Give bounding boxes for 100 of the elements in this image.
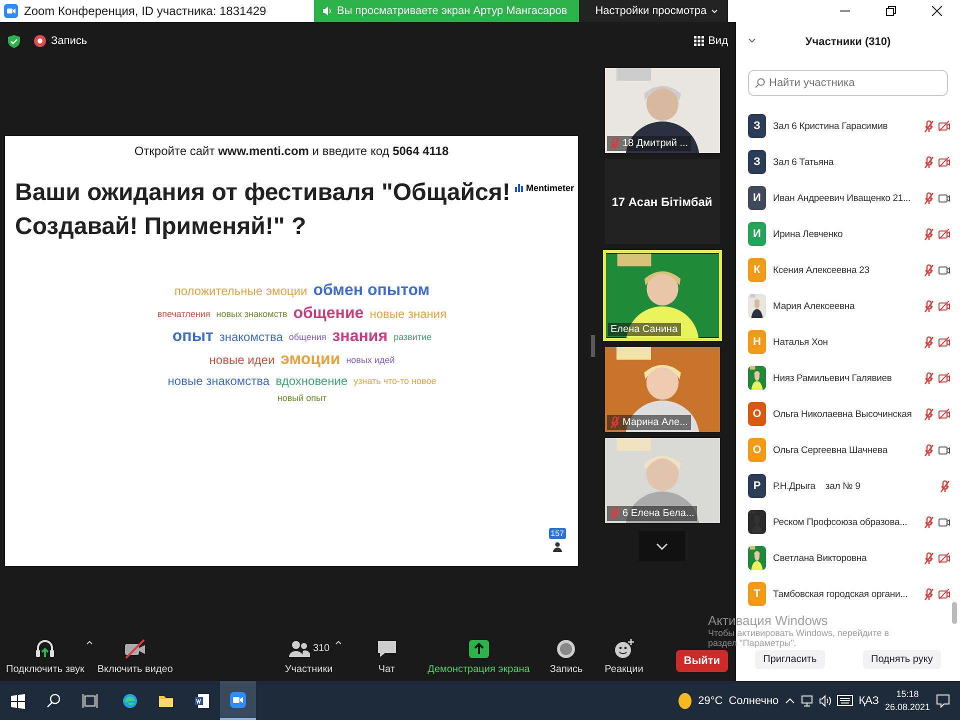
panel-button[interactable]: Поднять руку <box>863 650 941 669</box>
toolbar-button[interactable]: Чат <box>376 638 398 674</box>
muted-mic-icon[interactable] <box>924 120 934 132</box>
panel-button[interactable]: Пригласить <box>755 650 825 669</box>
camera-off-icon[interactable] <box>938 588 950 600</box>
cloud-word: вдохновение <box>276 374 348 388</box>
notification-icon[interactable] <box>936 694 950 708</box>
toolbar-button[interactable]: Подключить звук <box>6 638 84 674</box>
chevron-down-icon[interactable] <box>748 38 756 43</box>
participant-name: Зал 6 Кристина Гарасимив <box>773 120 889 132</box>
avatar: И <box>748 186 766 210</box>
participant-name: Нияз Рамильевич Галявиев <box>773 372 893 384</box>
muted-mic-icon[interactable] <box>924 372 934 384</box>
muted-mic-icon[interactable] <box>924 192 934 204</box>
muted-mic-icon[interactable] <box>924 552 934 564</box>
zoom-logo-icon <box>4 4 18 18</box>
headphones-icon <box>34 638 56 660</box>
task-view-icon <box>82 692 98 708</box>
cloud-word: новых знакомств <box>216 309 288 319</box>
speaker-icon <box>322 6 332 16</box>
cloud-word: узнать что-то новое <box>354 376 436 386</box>
volume-icon[interactable] <box>818 694 831 706</box>
scrollbar-thumb[interactable] <box>952 602 957 624</box>
camera-icon[interactable] <box>938 444 950 456</box>
keyboard-icon[interactable] <box>836 695 853 706</box>
muted-mic-icon[interactable] <box>924 444 934 456</box>
close-icon <box>932 6 942 16</box>
muted-mic-icon[interactable] <box>924 264 934 276</box>
participant-name: Ксения Алексеевна 23 <box>773 264 870 276</box>
screen-share-banner: Вы просматриваете экран Артур Мангасаров <box>314 0 580 22</box>
view-settings-button[interactable]: Настройки просмотра <box>579 0 728 22</box>
muted-mic-icon[interactable] <box>924 516 934 528</box>
view-button[interactable]: Вид <box>694 35 728 47</box>
cloud-word: новый опыт <box>277 393 327 403</box>
shield-icon[interactable] <box>8 34 20 48</box>
chevron-up-icon[interactable] <box>784 698 795 704</box>
avatar: Н <box>748 330 766 354</box>
camera-off-icon[interactable] <box>938 156 950 168</box>
muted-mic-icon[interactable] <box>924 300 934 312</box>
record-icon <box>34 35 46 47</box>
participant-name: Реском Профсоюза образова... <box>773 516 908 528</box>
muted-mic-icon[interactable] <box>940 480 950 492</box>
browser-icon <box>122 692 138 708</box>
window-title: Zoom Конференция, ID участника: 1831429 <box>24 4 266 18</box>
bar-chart-icon <box>515 184 523 192</box>
participant-name: 17 Асан Бітімбай <box>610 194 714 210</box>
avatar: О <box>748 402 766 426</box>
camera-off-icon[interactable] <box>938 300 950 312</box>
resize-handle-icon[interactable] <box>591 334 595 356</box>
camera-off-icon[interactable] <box>938 228 950 240</box>
toolbar-button[interactable]: 310 Участники <box>284 638 333 674</box>
toolbar-button[interactable]: Включить видео <box>97 638 173 674</box>
toolbar-button[interactable]: Реакции <box>604 638 644 674</box>
participant-name: Ирина Левченко <box>773 228 844 240</box>
toolbar-button[interactable]: Запись <box>550 638 583 674</box>
muted-mic-icon[interactable] <box>924 156 934 168</box>
cloud-word: новые знакомства <box>168 374 270 388</box>
camera-icon[interactable] <box>938 516 950 528</box>
participant-name-label: 6 Елена Бела... <box>606 506 698 521</box>
slide-instruction: Откройте сайт www.menti.com и введите код 5064 4118 <box>133 144 450 158</box>
participant-name: Зал 6 Татьяна <box>773 156 835 168</box>
search-field[interactable]: Найти участника <box>748 70 948 96</box>
camera-icon[interactable] <box>938 192 950 204</box>
camera-off-icon[interactable] <box>938 120 950 132</box>
participant-name: Светлана Викторовна <box>773 552 868 564</box>
leave-button[interactable]: Выйти <box>676 650 728 672</box>
cloud-word: общения <box>288 332 326 342</box>
avatar: Р <box>748 474 766 498</box>
muted-mic-icon[interactable] <box>924 228 934 240</box>
camera-off-icon[interactable] <box>938 372 950 384</box>
temperature: 29°C <box>698 694 723 706</box>
caret-up-icon[interactable] <box>86 640 94 644</box>
chevron-down-icon <box>710 8 718 14</box>
grid-icon <box>694 36 704 46</box>
document-icon <box>194 692 210 708</box>
sun-icon[interactable] <box>678 692 692 710</box>
camera-off-icon[interactable] <box>938 408 950 420</box>
cloud-word: знания <box>332 328 388 346</box>
camera-off-icon[interactable] <box>938 552 950 564</box>
panel-title: Участники (310) <box>805 36 891 48</box>
cloud-word: положительные эмоции <box>174 284 308 298</box>
cloud-word: впечатления <box>157 309 210 319</box>
muted-mic-icon[interactable] <box>924 408 934 420</box>
cloud-word: новые идеи <box>209 353 275 367</box>
toolbar-button[interactable]: Демонстрация экрана <box>428 638 530 674</box>
avatar: З <box>748 114 766 138</box>
camera-icon[interactable] <box>938 264 950 276</box>
cloud-word: знакомства <box>219 330 283 344</box>
slide-title: Ваши ожидания от фестиваля "Общайся! Создавай! Применяй!" ? <box>15 178 512 242</box>
camera-off-icon[interactable] <box>938 336 950 348</box>
cloud-word: новые знания <box>370 307 447 321</box>
camera-off-icon <box>124 638 146 660</box>
network-icon[interactable] <box>800 694 813 706</box>
taskbar-button[interactable] <box>220 681 256 720</box>
muted-mic-icon[interactable] <box>924 336 934 348</box>
muted-mic-icon[interactable] <box>924 588 934 600</box>
avatar: З <box>748 150 766 174</box>
caret-up-icon[interactable] <box>334 640 342 644</box>
clock-date: 26.08.2021 <box>884 700 930 714</box>
participant-name: Тамбовская городская органи... <box>773 588 909 600</box>
